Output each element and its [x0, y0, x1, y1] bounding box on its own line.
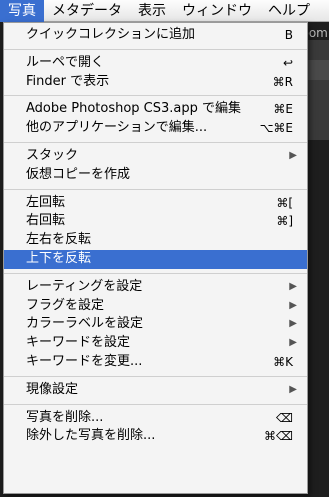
submenu-arrow-icon: ▶ — [289, 299, 297, 311]
menu-item-label: 右回転 — [26, 213, 66, 229]
keyboard-shortcut: ⌘] — [276, 214, 293, 229]
menu-separator — [4, 91, 307, 100]
menu-item[interactable]: 現像設定 ▶ — [4, 381, 307, 400]
menu-item[interactable]: スタック ▶ — [4, 147, 307, 166]
menu-item-label: カラーラベルを設定 — [26, 316, 144, 332]
menu-item-label: キーワードを変更... — [26, 353, 143, 369]
menu-separator — [4, 372, 307, 381]
menu-item-label: フラグを設定 — [26, 297, 105, 313]
menu-item[interactable]: 左右を反転 — [4, 231, 307, 250]
menu-item[interactable]: Finder で表示 ⌘R — [4, 73, 307, 92]
menu-item[interactable]: Adobe Photoshop CS3.app で編集 ⌘E — [4, 100, 307, 119]
menu-item[interactable]: フラグを設定 ▶ — [4, 297, 307, 316]
menu-item-label: 上下を反転 — [26, 250, 92, 266]
menu-item-label: 他のアプリケーションで編集... — [26, 120, 208, 136]
menu-separator — [4, 45, 307, 54]
menu-item[interactable]: キーワードを設定 ▶ — [4, 334, 307, 353]
menu-item[interactable]: 右回転 ⌘] — [4, 212, 307, 231]
menu-item-label: スタック — [26, 147, 79, 163]
menubar-item[interactable]: メタデータ — [44, 0, 130, 22]
submenu-arrow-icon: ▶ — [289, 149, 297, 161]
menu-item[interactable]: 除外した写真を削除... ⌘⌫ — [4, 427, 307, 446]
menu-item-label: クイックコレクションに追加 — [26, 27, 196, 42]
keyboard-shortcut: ⌥⌘E — [259, 121, 293, 136]
menu-item[interactable]: 写真を削除... ⌫ — [4, 409, 307, 428]
menu-item[interactable]: 上下を反転 — [4, 249, 307, 269]
menu-item-label: 左回転 — [26, 194, 66, 210]
menu-item-label: 現像設定 — [26, 381, 79, 397]
menu-separator — [4, 400, 307, 409]
menu-item-label: ルーペで開く — [26, 54, 105, 70]
menu-item[interactable]: キーワードを変更... ⌘K — [4, 353, 307, 372]
menu-item-label: キーワードを設定 — [26, 335, 131, 351]
menu-item[interactable]: 仮想コピーを作成 — [4, 166, 307, 185]
menu-item[interactable]: 左回転 ⌘[ — [4, 194, 307, 213]
menu-separator — [4, 269, 307, 278]
menubar-item[interactable]: ヘルプ — [260, 0, 318, 22]
keyboard-shortcut: ⌘[ — [276, 195, 293, 210]
menu-separator — [4, 185, 307, 194]
keyboard-shortcut: ⌘⌫ — [264, 429, 293, 444]
menu-item-label: Finder で表示 — [26, 73, 110, 89]
keyboard-shortcut: B — [284, 28, 293, 42]
keyboard-shortcut: ↩ — [282, 55, 293, 70]
submenu-arrow-icon: ▶ — [289, 280, 297, 292]
menubar-item[interactable]: ウィンドウ — [174, 0, 260, 22]
menubar-item[interactable]: 表示 — [130, 0, 174, 22]
menu-item[interactable]: ルーペで開く ↩ — [4, 54, 307, 73]
keyboard-shortcut: ⌘R — [272, 74, 293, 89]
keyboard-shortcut: ⌘K — [273, 354, 293, 369]
menu-item[interactable]: クイックコレクションに追加 B — [4, 26, 307, 45]
keyboard-shortcut: ⌫ — [276, 410, 293, 425]
menubar-item[interactable]: 写真 — [0, 0, 44, 22]
menu-bar: 写真 メタデータ 表示 ウィンドウ ヘルプ — [0, 0, 329, 22]
keyboard-shortcut: ⌘E — [273, 102, 293, 117]
menu-item-label: 写真を削除... — [26, 409, 104, 425]
menu-item-label: 除外した写真を削除... — [26, 428, 156, 444]
menu-item[interactable]: 他のアプリケーションで編集... ⌥⌘E — [4, 119, 307, 138]
menu-item[interactable]: レーティングを設定 ▶ — [4, 278, 307, 297]
menu-separator — [4, 138, 307, 147]
menu-item[interactable]: カラーラベルを設定 ▶ — [4, 315, 307, 334]
submenu-arrow-icon: ▶ — [289, 383, 297, 395]
menu-item-label: レーティングを設定 — [26, 278, 143, 294]
menu-item-label: 左右を反転 — [26, 232, 92, 248]
photo-menu-dropdown: クイックコレクションに追加 B ルーペで開く ↩ Finder で表示 ⌘R Adobe P… — [3, 22, 308, 494]
submenu-arrow-icon: ▶ — [289, 318, 297, 330]
menu-item-label: 仮想コピーを作成 — [26, 166, 131, 182]
submenu-arrow-icon: ▶ — [289, 337, 297, 349]
menu-item-label: Adobe Photoshop CS3.app で編集 — [26, 101, 242, 117]
